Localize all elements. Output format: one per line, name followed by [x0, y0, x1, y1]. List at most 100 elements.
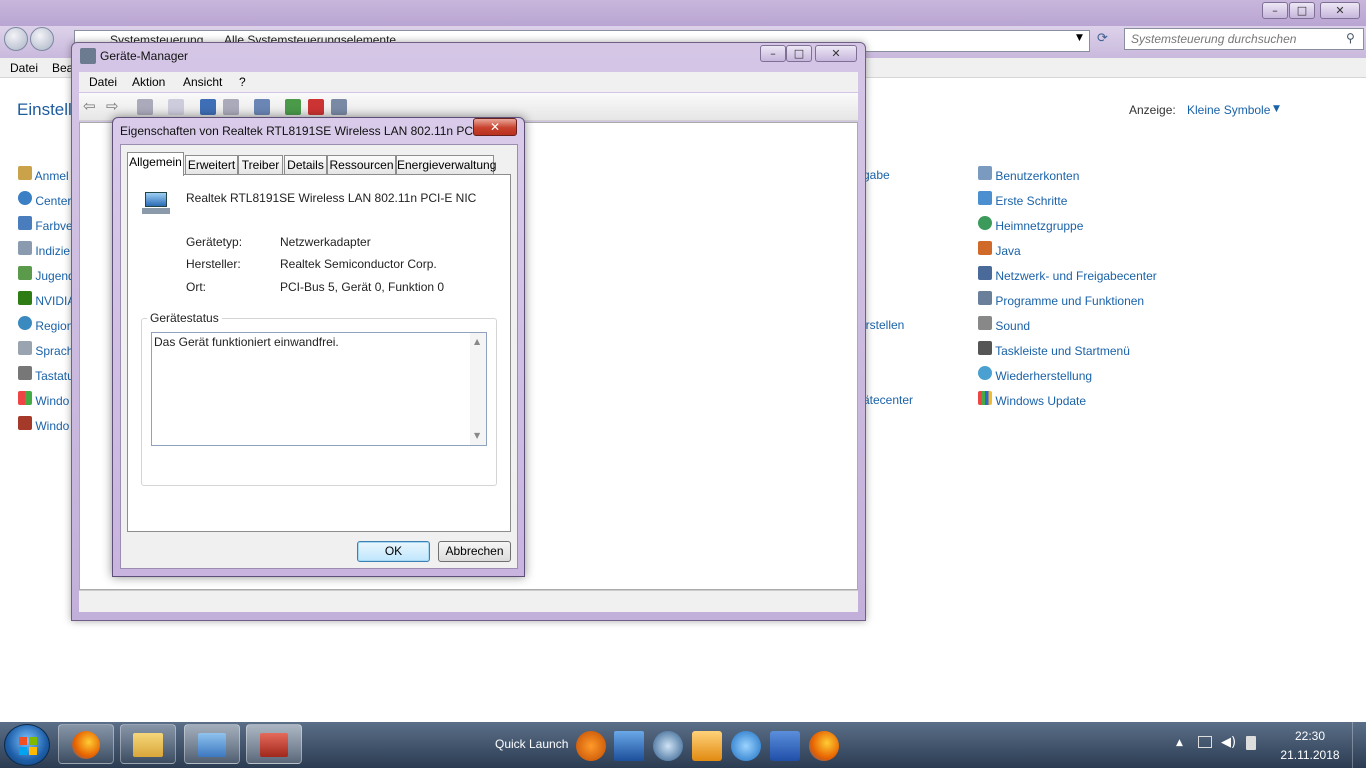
cp-close-button[interactable]: ✕	[1320, 2, 1360, 19]
taskbar-control-panel[interactable]	[184, 724, 240, 764]
cp-item[interactable]: Tastatu	[18, 366, 75, 391]
cp-item[interactable]: Farbve	[18, 216, 75, 241]
cp-item-label: Erste Schritte	[995, 194, 1068, 208]
taskbar-firefox[interactable]	[58, 724, 114, 764]
tab-energieverwaltung[interactable]: Energieverwaltung	[396, 155, 496, 175]
cp-item[interactable]: Windo	[18, 416, 75, 441]
dm-minimize-button[interactable]: –	[760, 45, 786, 62]
status-text: Das Gerät funktioniert einwandfrei.	[154, 335, 339, 349]
cp-item-netzwerk[interactable]: Netzwerk- und Freigabecenter	[978, 266, 1157, 291]
cp-maximize-button[interactable]: □	[1289, 2, 1315, 19]
tab-allgemein[interactable]: Allgemein	[127, 152, 184, 176]
ql-outlook-icon[interactable]	[692, 731, 722, 761]
cp-menu-datei[interactable]: Datei	[10, 61, 38, 75]
ql-firefox-icon[interactable]	[809, 731, 839, 761]
network-tray-icon[interactable]	[1198, 736, 1212, 748]
cp-item-programme[interactable]: Programme und Funktionen	[978, 291, 1157, 316]
tab-erweitert[interactable]: Erweitert	[185, 155, 238, 175]
cancel-button[interactable]: Abbrechen	[438, 541, 511, 562]
cp-item-taskleiste[interactable]: Taskleiste und Startmenü	[978, 341, 1157, 366]
tab-ressourcen[interactable]: Ressourcen	[327, 155, 396, 175]
dm-menu-help[interactable]: ?	[239, 75, 246, 89]
prop-label-manufacturer: Hersteller:	[186, 257, 241, 271]
uninstall-icon[interactable]	[308, 99, 324, 115]
getting-started-icon	[978, 191, 992, 205]
dm-maximize-button[interactable]: □	[786, 45, 812, 62]
ql-desktop-icon[interactable]	[614, 731, 644, 761]
cp-item-java[interactable]: Java	[978, 241, 1157, 266]
cp-item[interactable]: Center	[18, 191, 75, 216]
back-icon[interactable]: ⇦	[83, 97, 96, 115]
dm-menu-ansicht[interactable]: Ansicht	[183, 75, 222, 89]
cp-minimize-button[interactable]: –	[1262, 2, 1288, 19]
clock-date: 21.11.2018	[1280, 748, 1340, 762]
dm-menu-datei[interactable]: Datei	[89, 75, 117, 89]
cp-item-benutzerkonten[interactable]: Benutzerkonten	[978, 166, 1157, 191]
tray-clock[interactable]: 22:30 21.11.2018	[1280, 729, 1340, 762]
cp-item-partial[interactable]: rätecenter	[859, 391, 913, 409]
ql-skype-icon[interactable]	[653, 731, 683, 761]
device-name: Realtek RTL8191SE Wireless LAN 802.11n P…	[186, 191, 477, 205]
ql-browser-icon[interactable]	[576, 731, 606, 761]
dialog-close-button[interactable]: ✕	[473, 118, 517, 136]
cp-item[interactable]: Region	[18, 316, 75, 341]
view-dropdown-icon[interactable]: ▼	[1273, 104, 1280, 114]
start-button[interactable]	[4, 724, 50, 766]
back-arrow-icon[interactable]	[4, 27, 28, 51]
tray-expand-icon[interactable]: ▲	[1176, 738, 1183, 748]
forward-arrow-icon[interactable]	[30, 27, 54, 51]
power-tray-icon[interactable]	[1246, 736, 1256, 750]
cp-item-windows-update[interactable]: Windows Update	[978, 391, 1157, 416]
clock-time: 22:30	[1294, 729, 1326, 743]
view-select[interactable]: Kleine Symbole	[1187, 103, 1270, 117]
status-group-label: Gerätestatus	[147, 311, 222, 325]
ok-button[interactable]: OK	[357, 541, 430, 562]
cp-item[interactable]: NVIDIA	[18, 291, 75, 316]
prop-label-type: Gerätetyp:	[186, 235, 243, 249]
cp-item-label: Java	[995, 244, 1021, 258]
status-scrollbar[interactable]: ▲ ▼	[470, 333, 486, 445]
ql-word-icon[interactable]	[770, 731, 800, 761]
scan-hardware-icon[interactable]	[254, 99, 270, 115]
taskbar-explorer[interactable]	[120, 724, 176, 764]
cp-item-sound[interactable]: Sound	[978, 316, 1157, 341]
cp-item[interactable]: Indizie	[18, 241, 75, 266]
device-manager-title: Geräte-Manager	[100, 49, 189, 63]
properties-icon[interactable]	[168, 99, 184, 115]
cp-item-label: Anmel	[34, 169, 69, 183]
cp-item[interactable]: Sprach	[18, 341, 75, 366]
dm-close-button[interactable]: ✕	[815, 45, 857, 62]
address-dropdown-icon[interactable]: ▼	[1076, 33, 1083, 43]
console-tree-icon[interactable]	[137, 99, 153, 115]
volume-tray-icon[interactable]: ◀)	[1221, 735, 1236, 750]
update-driver-icon[interactable]	[285, 99, 301, 115]
tab-treiber[interactable]: Treiber	[238, 155, 283, 175]
java-icon	[978, 241, 992, 255]
cp-item-label: Sound	[995, 319, 1031, 333]
cp-item-erste-schritte[interactable]: Erste Schritte	[978, 191, 1157, 216]
search-input[interactable]: Systemsteuerung durchsuchen	[1124, 28, 1364, 50]
tab-details[interactable]: Details	[284, 155, 327, 175]
scroll-down-icon[interactable]: ▼	[474, 431, 480, 440]
status-textbox[interactable]	[151, 332, 487, 446]
taskbar-device-manager[interactable]	[246, 724, 302, 764]
help-icon[interactable]	[200, 99, 216, 115]
color-icon	[18, 216, 32, 230]
users-icon	[978, 166, 992, 180]
forward-icon[interactable]: ⇨	[106, 97, 119, 115]
cp-item-wiederherstellung[interactable]: Wiederherstellung	[978, 366, 1157, 391]
index-icon	[18, 241, 32, 255]
ql-ie-icon[interactable]	[731, 731, 761, 761]
show-desktop-button[interactable]	[1352, 722, 1366, 768]
cp-item[interactable]: Anmel	[18, 166, 75, 191]
dm-menu-aktion[interactable]: Aktion	[132, 75, 165, 89]
search-icon[interactable]: ⚲	[1346, 31, 1355, 45]
cp-item-label: Programme und Funktionen	[995, 294, 1145, 308]
cp-item-heimnetzgruppe[interactable]: Heimnetzgruppe	[978, 216, 1157, 241]
refresh-icon[interactable]: ⟳	[1097, 31, 1108, 46]
cp-item[interactable]: Jugend	[18, 266, 75, 291]
view-icon[interactable]	[223, 99, 239, 115]
scroll-up-icon[interactable]: ▲	[474, 337, 480, 346]
disable-icon[interactable]	[331, 99, 347, 115]
cp-item[interactable]: Windo	[18, 391, 75, 416]
